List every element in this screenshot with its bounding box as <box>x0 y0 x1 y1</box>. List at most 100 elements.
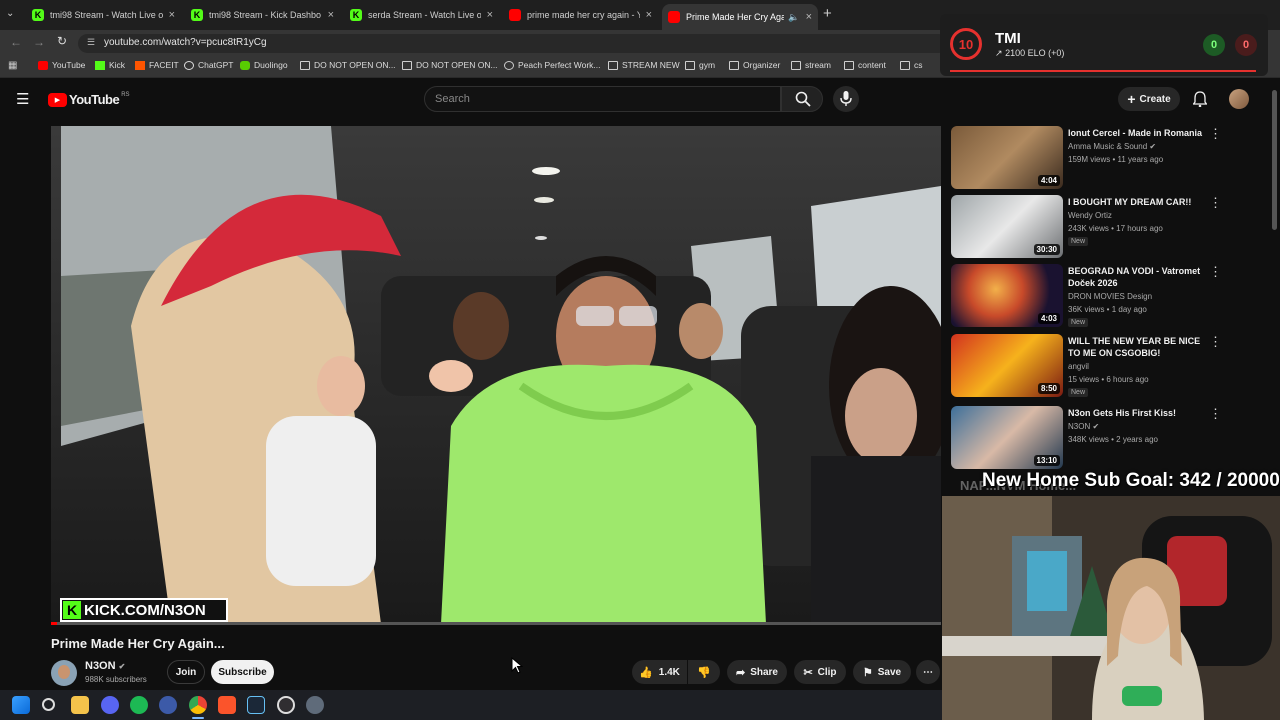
search-input[interactable]: Search <box>424 86 781 112</box>
bookmark-cs[interactable]: cs <box>900 60 923 70</box>
sub-goal-overlay: New Home Sub Goal: 342 / 20000 <box>982 470 1280 491</box>
close-icon[interactable]: × <box>328 9 334 21</box>
close-icon[interactable]: × <box>646 9 652 21</box>
bookmark-organizer[interactable]: Organizer <box>729 60 780 70</box>
clip-button[interactable]: ✂ Clip <box>794 660 846 684</box>
speaker-icon[interactable]: 🔈 <box>788 12 799 23</box>
recommendation-item[interactable]: 30:30 I BOUGHT MY DREAM CAR!! Wendy Orti… <box>951 195 1271 259</box>
youtube-logo[interactable]: ▶ YouTube RS <box>48 92 130 107</box>
back-icon[interactable]: ← <box>10 35 22 49</box>
close-icon[interactable]: × <box>487 9 493 21</box>
windows-start-icon[interactable] <box>12 696 30 714</box>
recommendation-item[interactable]: 4:03 BEOGRAD NA VODI - Vatromet Doček 20… <box>951 264 1271 328</box>
file-explorer-icon[interactable] <box>71 696 89 714</box>
more-vert-icon[interactable]: ⋮ <box>1209 406 1222 422</box>
recommendation-channel[interactable]: N3ON ✔ <box>1068 422 1099 431</box>
recommendation-title[interactable]: Ionut Cercel - Made in Romania <box>1068 127 1208 139</box>
recommendation-title[interactable]: BEOGRAD NA VODI - Vatromet Doček 2026 <box>1068 265 1208 289</box>
more-vert-icon[interactable]: ⋮ <box>1209 334 1222 350</box>
close-icon[interactable]: × <box>169 9 175 21</box>
recommendation-title[interactable]: I BOUGHT MY DREAM CAR!! <box>1068 196 1208 208</box>
subscribe-label: Subscribe <box>218 666 267 678</box>
menu-icon[interactable]: ☰ <box>16 90 29 108</box>
like-button[interactable]: 👍 1.4K <box>632 660 687 684</box>
bookmark-duolingo[interactable]: Duolingo <box>240 60 288 70</box>
bookmark-chatgpt[interactable]: ChatGPT <box>184 60 233 70</box>
chrome-active-indicator <box>192 717 204 719</box>
tab-4[interactable]: prime made her cry again - You × <box>503 4 658 26</box>
more-vert-icon[interactable]: ⋮ <box>1209 126 1222 142</box>
dislike-button[interactable]: 👎 <box>688 660 720 684</box>
elo-progress-line <box>950 70 1256 72</box>
notifications-bell-icon[interactable] <box>1193 91 1207 107</box>
site-info-icon[interactable]: ☰ <box>87 37 95 48</box>
video-progress-bar[interactable] <box>51 622 941 625</box>
create-button[interactable]: + Create <box>1118 87 1180 111</box>
tab-3[interactable]: K serda Stream - Watch Live on K × <box>344 4 499 26</box>
voice-search-button[interactable] <box>833 86 859 112</box>
bookmark-stream-new[interactable]: STREAM NEW <box>608 60 680 70</box>
taskbar-search-icon[interactable] <box>42 698 55 711</box>
tab-5-active[interactable]: Prime Made Her Cry Again... 🔈 × <box>662 4 818 30</box>
tab-1[interactable]: K tmi98 Stream - Watch Live on K × <box>26 4 181 26</box>
video-thumbnail[interactable]: 13:10 <box>951 406 1063 469</box>
bookmark-folder-2[interactable]: DO NOT OPEN ON... <box>402 60 498 70</box>
video-progress-fill <box>51 622 57 625</box>
spotify-icon[interactable] <box>130 696 148 714</box>
channel-avatar[interactable] <box>51 660 77 686</box>
recommendation-meta: 159M views • 11 years ago <box>1068 155 1164 164</box>
recommendation-item[interactable]: 4:04 Ionut Cercel - Made in Romania Amma… <box>951 126 1271 190</box>
video-thumbnail[interactable]: 8:50 <box>951 334 1063 397</box>
bookmark-faceit[interactable]: FACEIT <box>135 60 179 70</box>
recommendation-channel[interactable]: Amma Music & Sound ✔ <box>1068 142 1156 151</box>
reload-icon[interactable]: ↻ <box>57 34 67 48</box>
channel-text: Amma Music & Sound <box>1068 142 1148 151</box>
bookmark-stream[interactable]: stream <box>791 60 831 70</box>
recommendation-title[interactable]: N3on Gets His First Kiss! <box>1068 407 1208 419</box>
app-blue-icon[interactable] <box>159 696 177 714</box>
channel-name[interactable]: N3ON ✔ <box>85 660 125 672</box>
recommendation-item[interactable]: 13:10 N3on Gets His First Kiss! N3ON ✔ 3… <box>951 406 1271 470</box>
save-button[interactable]: ⚑ Save <box>853 660 911 684</box>
bookmark-content[interactable]: content <box>844 60 886 70</box>
bookmark-folder-1[interactable]: DO NOT OPEN ON... <box>300 60 396 70</box>
discord-icon[interactable] <box>101 696 119 714</box>
channel-name-text: N3ON <box>85 660 116 672</box>
bookmark-kick[interactable]: Kick <box>95 60 125 70</box>
tab-list-button[interactable]: ⌄ <box>6 8 14 19</box>
tab-2[interactable]: K tmi98 Stream - Kick Dashbo × <box>185 4 340 26</box>
url-field[interactable]: ☰ youtube.com/watch?v=pcuc8tR1yCg <box>78 34 948 53</box>
page-scrollbar[interactable] <box>1272 90 1277 230</box>
more-vert-icon[interactable]: ⋮ <box>1209 264 1222 280</box>
new-tab-button[interactable]: + <box>823 5 832 22</box>
subscribe-button[interactable]: Subscribe <box>211 660 274 684</box>
plus-icon: + <box>1127 91 1136 107</box>
recommendation-channel[interactable]: DRON MOVIES Design <box>1068 292 1152 301</box>
video-thumbnail[interactable]: 4:03 <box>951 264 1063 327</box>
share-button[interactable]: ➦ Share <box>727 660 787 684</box>
recommendation-item[interactable]: 8:50 WILL THE NEW YEAR BE NICE TO ME ON … <box>951 334 1271 398</box>
search-button[interactable] <box>781 86 823 112</box>
bookmark-gym[interactable]: gym <box>685 60 715 70</box>
bookmark-peach[interactable]: Peach Perfect Work... <box>504 60 601 70</box>
join-button[interactable]: Join <box>167 660 205 684</box>
chrome-icon[interactable] <box>189 696 207 714</box>
more-vert-icon[interactable]: ⋮ <box>1209 195 1222 211</box>
close-icon[interactable]: × <box>806 11 812 23</box>
obs-icon[interactable] <box>277 696 295 714</box>
video-thumbnail[interactable]: 30:30 <box>951 195 1063 258</box>
settings-gear-icon[interactable] <box>306 696 324 714</box>
account-avatar[interactable] <box>1229 89 1249 109</box>
video-player[interactable]: K KICK.COM/N3ON <box>51 126 941 624</box>
steam-icon[interactable] <box>247 696 265 714</box>
video-thumbnail[interactable]: 4:04 <box>951 126 1063 189</box>
recommendation-channel[interactable]: Wendy Ortiz <box>1068 211 1112 220</box>
recommendation-channel[interactable]: angvil <box>1068 362 1089 371</box>
recommendation-meta: 15 views • 6 hours ago <box>1068 375 1149 384</box>
brave-icon[interactable] <box>218 696 236 714</box>
more-actions-button[interactable]: ⋯ <box>916 660 940 684</box>
forward-icon[interactable]: → <box>33 35 45 49</box>
apps-grid-icon[interactable]: ▦ <box>8 60 17 71</box>
recommendation-title[interactable]: WILL THE NEW YEAR BE NICE TO ME ON CSGOB… <box>1068 335 1208 359</box>
bookmark-youtube[interactable]: YouTube <box>38 60 85 70</box>
